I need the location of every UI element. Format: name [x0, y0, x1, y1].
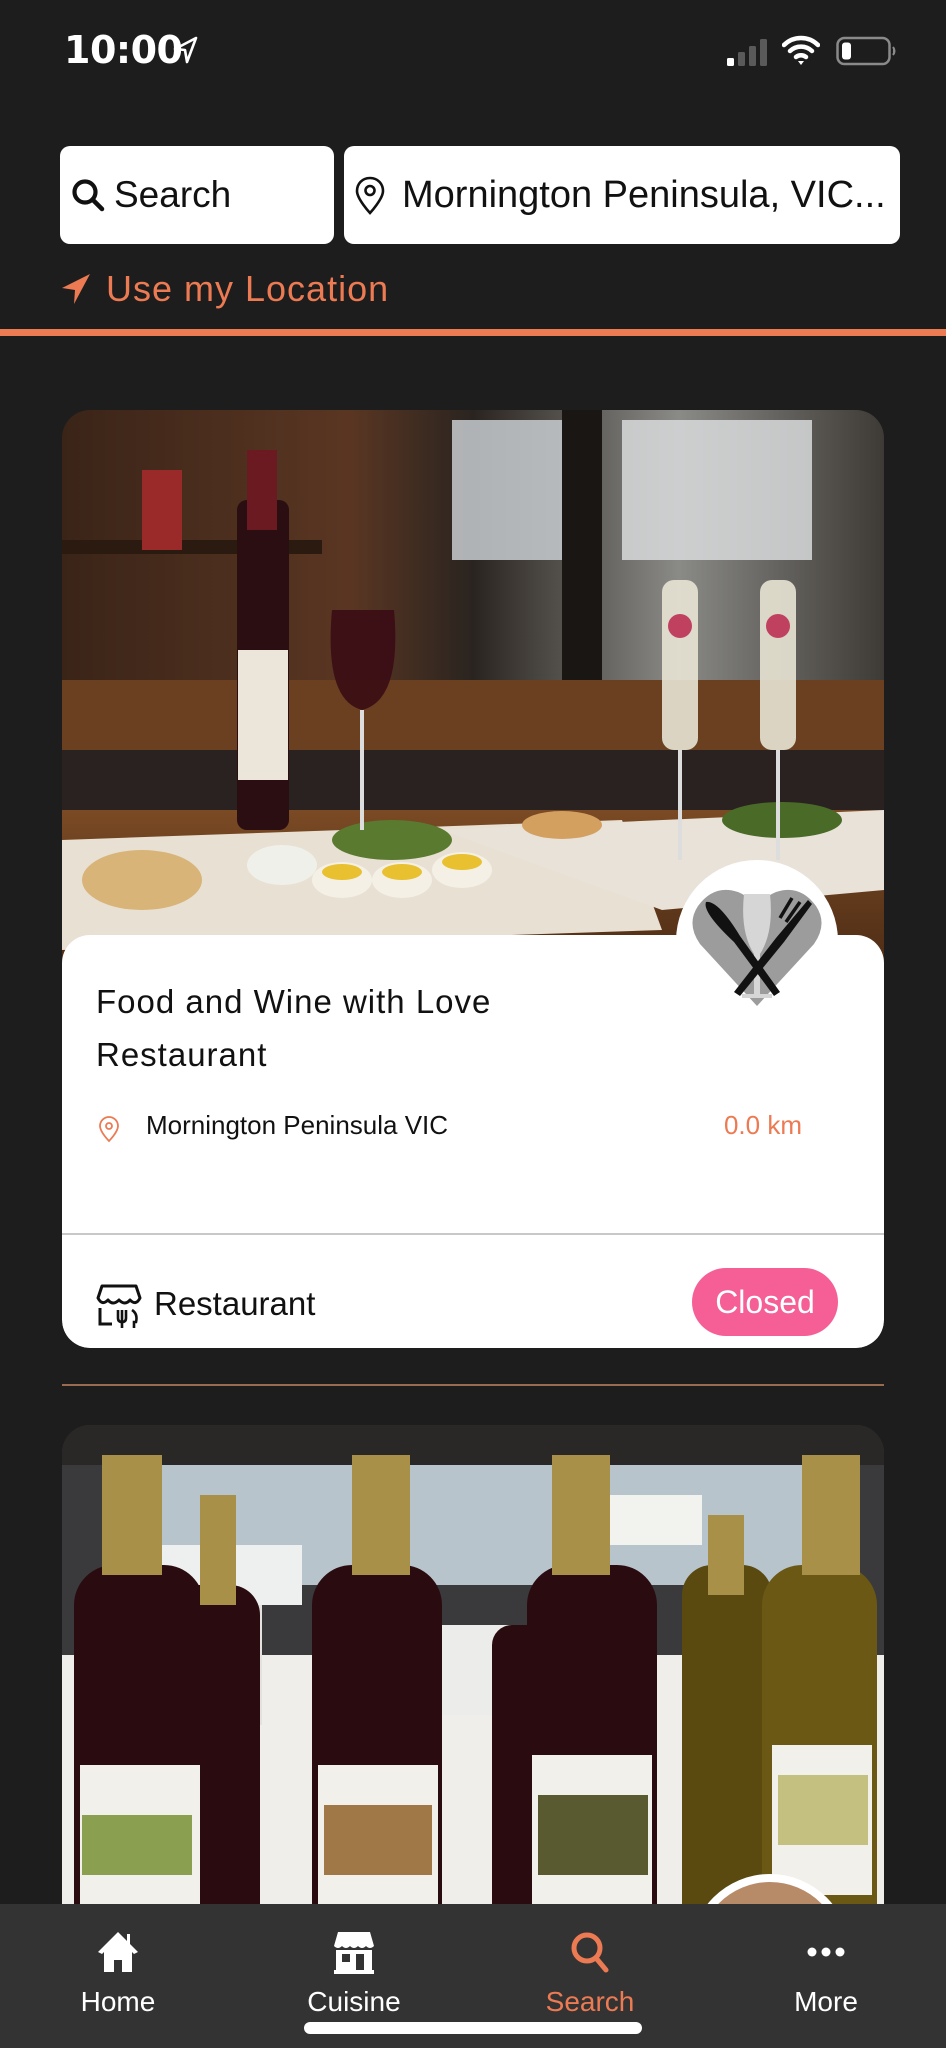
- listing-title[interactable]: Food and Wine with Love Restaurant: [96, 975, 616, 1081]
- listing-separator: [62, 1384, 884, 1386]
- location-arrow-icon: [173, 36, 198, 64]
- listing-type: Restaurant: [154, 1285, 316, 1322]
- wifi-icon: [782, 35, 820, 65]
- tab-search-label: Search: [545, 1986, 635, 2017]
- search-label: Search: [114, 174, 232, 215]
- header-divider: [0, 329, 946, 336]
- more-dots-icon: [807, 1947, 845, 1957]
- location-value: Mornington Peninsula, VIC...: [402, 173, 886, 216]
- search-button[interactable]: Search: [60, 146, 334, 244]
- listing-distance: 0.0 km: [723, 1110, 802, 1140]
- map-pin-icon: [99, 1116, 119, 1143]
- restaurant-storefront-icon: [96, 1284, 142, 1328]
- search-icon: [72, 179, 105, 212]
- use-my-location-label: Use my Location: [106, 268, 390, 309]
- status-bar: 10:00: [0, 0, 946, 100]
- location-arrow-icon: [62, 274, 90, 304]
- listing-logo-badge: [676, 860, 838, 1022]
- tab-home-label: Home: [80, 1986, 156, 2017]
- listing-card[interactable]: Food and Wine with Love Restaurant Morni…: [62, 410, 884, 1348]
- storefront-icon: [334, 1932, 374, 1974]
- card-divider: [62, 1233, 884, 1235]
- cellular-signal-icon: [727, 39, 767, 66]
- location-field[interactable]: Mornington Peninsula, VIC...: [344, 146, 900, 244]
- tab-more[interactable]: More: [726, 1904, 926, 2048]
- battery-low-icon: [836, 36, 896, 66]
- tab-more-label: More: [794, 1986, 858, 2017]
- tab-cuisine-label: Cuisine: [307, 1986, 401, 2017]
- status-time: 10:00: [64, 28, 183, 72]
- listing-address: Mornington Peninsula VIC: [146, 1110, 449, 1140]
- home-indicator[interactable]: [304, 2022, 642, 2034]
- heart-cutlery-wine-icon: [692, 889, 822, 1006]
- map-pin-icon: [355, 176, 385, 215]
- tab-home[interactable]: Home: [18, 1904, 218, 2048]
- home-icon: [98, 1932, 138, 1972]
- search-icon: [571, 1932, 609, 1973]
- status-badge: Closed: [692, 1268, 838, 1336]
- use-my-location-button[interactable]: Use my Location: [60, 268, 389, 310]
